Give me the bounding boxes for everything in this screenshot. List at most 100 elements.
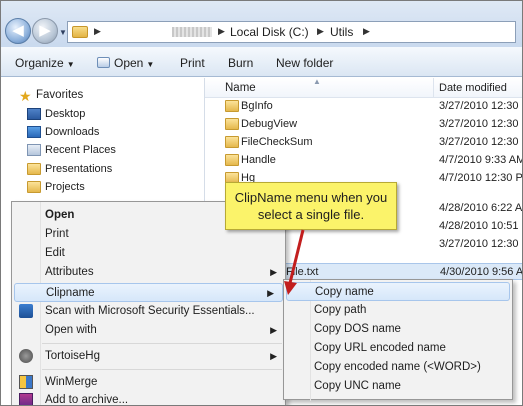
recent-places-icon (27, 144, 41, 156)
file-date: 3/27/2010 12:30 P (439, 118, 523, 130)
nav-item-downloads[interactable]: Downloads (45, 126, 99, 138)
submenu-item-copy-url-encoded-name[interactable]: Copy URL encoded name (284, 339, 512, 358)
menu-item-label: Add to archive... (45, 394, 129, 406)
submenu-item-label: Copy URL encoded name (314, 342, 446, 354)
new-folder-button[interactable]: New folder (276, 56, 333, 70)
nav-favorites[interactable]: Favorites (36, 89, 83, 101)
submenu-item-copy-dos-name[interactable]: Copy DOS name (284, 320, 512, 339)
menu-item-tortoisehg[interactable]: TortoiseHg ▶ (12, 347, 285, 366)
context-menu: Open Print Edit Attributes ▶ Clipname ▶ … (11, 201, 286, 406)
menu-item-add-to-archive[interactable]: Add to archive... (12, 391, 285, 406)
file-date: 4/7/2010 9:33 AM (439, 154, 523, 166)
file-date: 4/28/2010 6:22 AM (439, 202, 523, 214)
column-divider[interactable] (433, 78, 434, 98)
breadcrumb-local-disk[interactable]: Local Disk (C:) (230, 25, 309, 39)
callout-line-2: select a single file. (257, 207, 365, 222)
breadcrumb-separator-icon[interactable]: ▶ (363, 26, 370, 37)
menu-item-label: Open (45, 209, 75, 221)
command-bar: Organize ▼ Open ▼ Print Burn New folder (1, 47, 522, 77)
submenu-item-label: Copy path (314, 304, 367, 316)
submenu-item-label: Copy name (315, 286, 374, 298)
menu-separator (42, 343, 282, 344)
submenu-item-label: Copy DOS name (314, 323, 401, 335)
breadcrumb-utils[interactable]: Utils (330, 25, 353, 39)
folder-icon (27, 163, 41, 175)
column-name[interactable]: Name (225, 82, 256, 94)
explorer-window: ◀ ▶ ▼ ▶ ▶ Local Disk (C:) ▶ Utils ▶ Orga… (0, 0, 523, 406)
desktop-icon (27, 108, 41, 120)
annotation-callout: ClipName menu when you select a single f… (225, 182, 397, 230)
back-button[interactable]: ◀ (5, 18, 31, 44)
recent-pages-dropdown-icon[interactable]: ▼ (59, 28, 67, 37)
submenu-item-copy-encoded-name[interactable]: Copy encoded name (<WORD>) (284, 358, 512, 377)
print-button[interactable]: Print (180, 56, 205, 70)
folder-icon (72, 26, 88, 38)
menu-item-clipname[interactable]: Clipname ▶ (14, 283, 283, 302)
column-header: ▲ Name Date modified (205, 77, 522, 98)
menu-item-attributes[interactable]: Attributes ▶ (12, 263, 285, 282)
file-row[interactable]: DebugView 3/27/2010 12:30 P (205, 116, 523, 133)
tortoisehg-icon (19, 349, 33, 363)
organize-button[interactable]: Organize ▼ (15, 56, 75, 70)
breadcrumb-separator-icon[interactable]: ▶ (218, 26, 225, 37)
security-essentials-icon (19, 304, 33, 318)
open-button[interactable]: Open ▼ (97, 56, 154, 70)
chevron-down-icon: ▼ (66, 60, 75, 69)
folder-icon (225, 118, 239, 130)
menu-item-label: WinMerge (45, 376, 98, 388)
file-name: FileCheckSum (241, 136, 313, 148)
menu-item-label: Attributes (45, 266, 94, 278)
folder-icon (27, 181, 41, 193)
menu-item-open-with[interactable]: Open with ▶ (12, 321, 285, 340)
file-date: 3/27/2010 12:30 P (439, 100, 523, 112)
submenu-item-label: Copy encoded name (<WORD>) (314, 361, 481, 373)
nav-item-recent-places[interactable]: Recent Places (45, 144, 116, 156)
callout-line-1: ClipName menu when you (234, 190, 388, 205)
file-date: 4/28/2010 10:51 P (439, 220, 523, 232)
menu-separator (42, 369, 282, 370)
nav-item-desktop[interactable]: Desktop (45, 108, 85, 120)
favorites-star-icon: ★ (19, 88, 32, 104)
clipname-submenu: Copy name Copy path Copy DOS name Copy U… (283, 279, 513, 401)
menu-item-label: Clipname (46, 287, 95, 299)
menu-item-label: Scan with Microsoft Security Essentials.… (45, 305, 255, 317)
menu-item-label: Print (45, 228, 69, 240)
file-name: DebugView (241, 118, 298, 130)
file-row[interactable]: Handle 4/7/2010 9:33 AM (205, 152, 523, 169)
menu-item-winmerge[interactable]: WinMerge (12, 373, 285, 392)
submenu-arrow-icon: ▶ (270, 267, 277, 277)
submenu-item-copy-path[interactable]: Copy path (284, 301, 512, 320)
file-row[interactable]: FileCheckSum 3/27/2010 12:30 P (205, 134, 523, 151)
breadcrumb-separator-icon[interactable]: ▶ (317, 26, 324, 37)
column-date-modified[interactable]: Date modified (439, 82, 507, 94)
submenu-item-copy-name[interactable]: Copy name (286, 282, 510, 301)
menu-item-edit[interactable]: Edit (12, 244, 285, 263)
file-name: File.txt (286, 266, 319, 278)
winrar-icon (19, 393, 33, 405)
submenu-item-copy-unc-name[interactable]: Copy UNC name (284, 377, 512, 396)
chevron-down-icon: ▼ (146, 60, 155, 69)
menu-item-label: Edit (45, 247, 65, 259)
burn-button[interactable]: Burn (228, 56, 253, 70)
open-icon (97, 57, 110, 68)
file-date: 4/7/2010 12:30 P (439, 172, 523, 184)
menu-item-scan[interactable]: Scan with Microsoft Security Essentials.… (12, 302, 285, 321)
file-row[interactable]: BgInfo 3/27/2010 12:30 P (205, 98, 523, 115)
forward-button[interactable]: ▶ (32, 18, 58, 44)
file-name: BgInfo (241, 100, 273, 112)
submenu-item-label: Copy UNC name (314, 380, 401, 392)
submenu-arrow-icon: ▶ (270, 325, 277, 335)
address-bar[interactable]: ▶ ▶ Local Disk (C:) ▶ Utils ▶ (67, 21, 516, 43)
submenu-arrow-icon: ▶ (270, 351, 277, 361)
file-date: 3/27/2010 12:30 P (439, 238, 523, 250)
redacted-breadcrumb (172, 27, 212, 37)
nav-item-presentations[interactable]: Presentations (45, 163, 112, 175)
breadcrumb-separator-icon[interactable]: ▶ (94, 26, 101, 37)
address-bar-area: ◀ ▶ ▼ ▶ ▶ Local Disk (C:) ▶ Utils ▶ (1, 1, 522, 47)
nav-item-projects[interactable]: Projects (45, 181, 85, 193)
submenu-arrow-icon: ▶ (267, 288, 274, 298)
winmerge-icon (19, 375, 33, 389)
folder-icon (225, 154, 239, 166)
file-date: 3/27/2010 12:30 P (439, 136, 523, 148)
sort-ascending-icon: ▲ (313, 77, 321, 86)
